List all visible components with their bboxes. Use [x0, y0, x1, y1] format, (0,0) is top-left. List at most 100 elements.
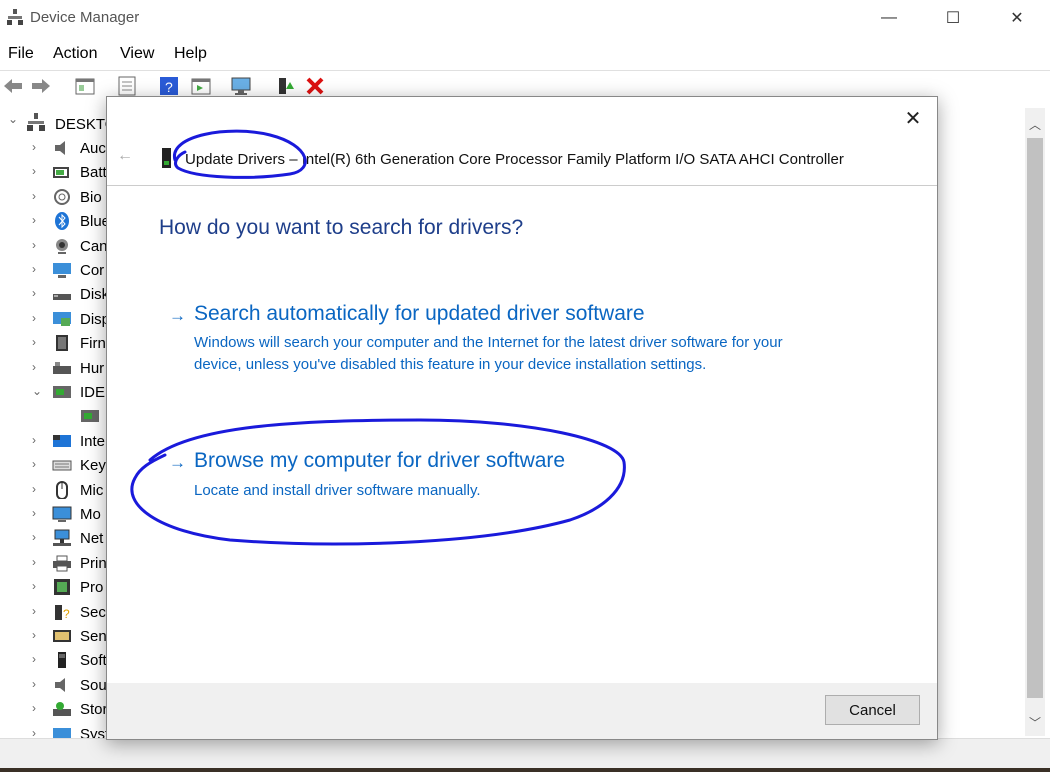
dialog-close-button[interactable]: ✕ [899, 105, 927, 133]
storage-icon [53, 702, 71, 717]
camera-icon [56, 238, 68, 254]
chevron-right-icon[interactable]: › [32, 360, 36, 374]
header-divider [107, 185, 937, 186]
display-icon [53, 311, 71, 326]
svg-text:?: ? [165, 79, 173, 95]
dialog-back-button[interactable]: ← [117, 147, 133, 165]
menu-action[interactable]: Action [53, 45, 97, 63]
chevron-down-icon[interactable]: ⌄ [32, 384, 42, 398]
arrow-right-icon[interactable]: → [169, 453, 186, 473]
menu-view[interactable]: View [120, 45, 154, 63]
tree-item-label: Hur [80, 359, 105, 377]
controller-icon [81, 410, 99, 423]
tree-item-label: Inte [80, 432, 106, 450]
chevron-right-icon[interactable]: › [32, 140, 36, 154]
dialog-header-title: Update Drivers – Intel(R) 6th Generation… [185, 151, 844, 168]
chevron-right-icon[interactable]: › [32, 433, 36, 447]
tree-item-label: Can [80, 237, 108, 255]
tree-item-label: Cor [80, 262, 105, 279]
tree-item-label: IDE [80, 384, 106, 401]
scan-icon[interactable] [230, 75, 252, 97]
dialog-footer: Cancel [107, 683, 937, 739]
cancel-button[interactable]: Cancel [825, 695, 920, 725]
disk-icon [53, 294, 71, 301]
tree-item-label: Mic [80, 481, 104, 499]
update-icon[interactable] [116, 75, 138, 97]
chevron-right-icon[interactable]: › [32, 530, 36, 544]
intel-icon [53, 434, 71, 447]
root-expand-chevron[interactable]: ⌄ [8, 112, 18, 126]
computer-root-icon [27, 113, 45, 131]
audio-icon [55, 141, 65, 155]
biometric-icon [54, 188, 70, 205]
ide-icon [53, 386, 71, 398]
chevron-right-icon[interactable]: › [32, 579, 36, 593]
browse-my-computer-description[interactable]: Locate and install driver software manua… [194, 480, 481, 502]
tree-item-label: Firn [80, 335, 106, 353]
sound-icon [55, 677, 65, 692]
monitor-icon [52, 506, 72, 522]
tree-item-label: Batt [80, 164, 107, 182]
svg-text:?: ? [63, 607, 70, 621]
chevron-right-icon[interactable]: › [32, 164, 36, 178]
scroll-thumb[interactable] [1027, 138, 1043, 698]
chevron-right-icon[interactable]: › [32, 189, 36, 203]
keyboard-icon [52, 460, 72, 471]
tree-item-label: Soft [80, 652, 107, 670]
remove-icon[interactable] [304, 75, 326, 97]
tree-item-label: Bio [80, 188, 102, 206]
title-bar: Device Manager — ☐ ✕ [0, 0, 1050, 36]
chevron-right-icon[interactable]: › [32, 482, 36, 496]
mouse-icon [56, 480, 68, 499]
search-question-heading: How do you want to search for drivers? [159, 216, 524, 239]
scroll-down-icon[interactable]: ﹀ [1025, 714, 1045, 731]
chevron-right-icon[interactable]: › [32, 311, 36, 325]
firmware-icon [56, 335, 68, 352]
close-window-button[interactable]: ✕ [994, 0, 1040, 36]
menu-file[interactable]: File [8, 45, 34, 63]
bluetooth-icon [55, 212, 69, 231]
chevron-right-icon[interactable]: › [32, 677, 36, 691]
tree-item-label: Sou [80, 676, 107, 694]
browse-my-computer-link[interactable]: Browse my computer for driver software [194, 449, 565, 473]
chevron-right-icon[interactable]: › [32, 701, 36, 715]
status-bar [0, 738, 1050, 769]
tree-item-label: Key [80, 457, 106, 475]
enable-icon[interactable] [274, 75, 296, 97]
chevron-right-icon[interactable]: › [32, 213, 36, 227]
device-manager-icon [7, 9, 23, 25]
back-icon[interactable] [2, 75, 24, 97]
chevron-right-icon[interactable]: › [32, 238, 36, 252]
hid-icon [53, 361, 71, 374]
chevron-right-icon[interactable]: › [32, 555, 36, 569]
forward-icon[interactable] [30, 75, 52, 97]
arrow-right-icon[interactable]: → [169, 306, 186, 326]
search-automatically-description[interactable]: Windows will search your computer and th… [194, 332, 814, 376]
controller-device-icon [162, 148, 171, 168]
show-hidden-icon[interactable] [190, 75, 212, 97]
minimize-button[interactable]: — [866, 0, 912, 36]
processor-icon [54, 579, 70, 596]
menu-help[interactable]: Help [174, 45, 207, 63]
help-icon[interactable]: ? [158, 75, 180, 97]
update-drivers-dialog: ✕ ← Update Drivers – Intel(R) 6th Genera… [106, 96, 938, 740]
chevron-right-icon[interactable]: › [32, 262, 36, 276]
search-automatically-link[interactable]: Search automatically for updated driver … [194, 302, 645, 326]
properties-icon[interactable] [74, 75, 96, 97]
tree-item-label: Auc [80, 140, 106, 157]
window-title: Device Manager [30, 9, 140, 26]
maximize-button[interactable]: ☐ [930, 0, 976, 36]
chevron-right-icon[interactable]: › [32, 457, 36, 471]
chevron-right-icon[interactable]: › [32, 628, 36, 642]
tree-item-label: Pro [80, 579, 104, 597]
vertical-scrollbar[interactable]: ︿ ﹀ [1025, 108, 1045, 736]
chevron-right-icon[interactable]: › [32, 335, 36, 349]
chevron-right-icon[interactable]: › [32, 286, 36, 300]
tree-item-label: Sen [80, 628, 107, 645]
scroll-up-icon[interactable]: ︿ [1025, 116, 1045, 133]
tree-item-label: Net [80, 530, 104, 548]
sensor-icon [53, 630, 71, 642]
chevron-right-icon[interactable]: › [32, 652, 36, 666]
chevron-right-icon[interactable]: › [32, 604, 36, 618]
chevron-right-icon[interactable]: › [32, 506, 36, 520]
